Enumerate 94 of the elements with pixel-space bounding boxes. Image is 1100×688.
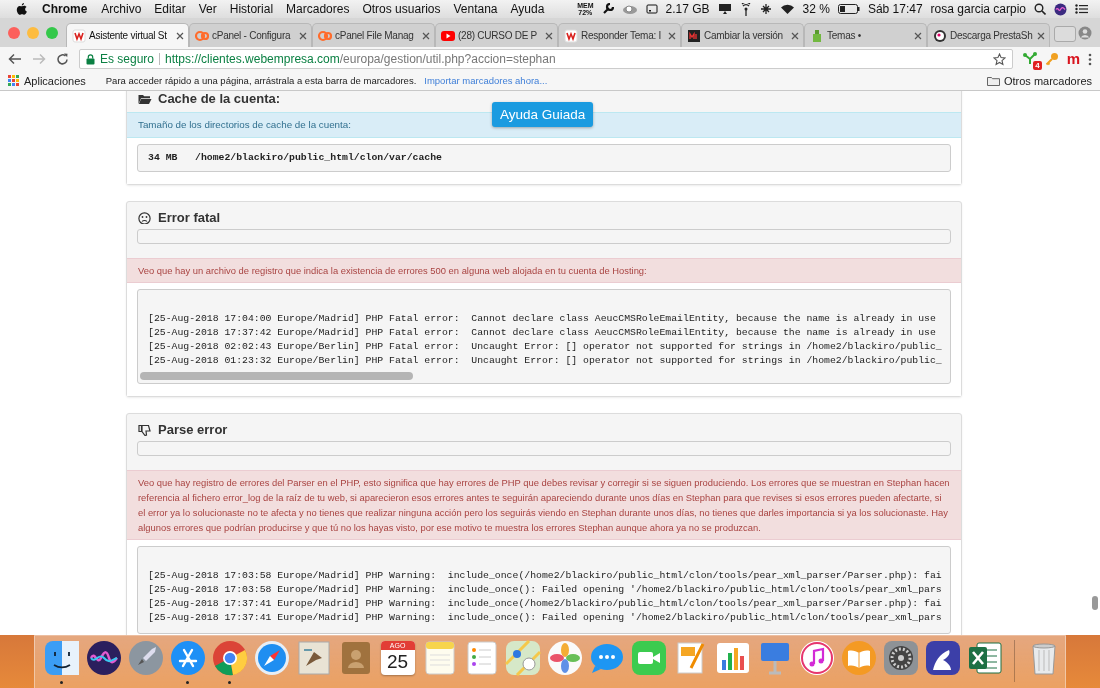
list-icon[interactable]	[1075, 4, 1088, 14]
menu-item[interactable]: Editar	[154, 2, 186, 16]
log-line: [25-Aug-2018 01:23:32 Europe/Berlin] PHP Fatal error: Uncaught Error: [] operator not supported for strings in /home2/blackiro/public_	[148, 354, 940, 368]
browser-tab[interactable]: Temas •	[804, 23, 927, 47]
section-title: Cache de la cuenta:	[158, 91, 281, 106]
thumbs-down-icon	[138, 423, 152, 436]
log-line: [25-Aug-2018 17:03:58 Europe/Madrid] PHP Warning: include_once(/home2/blackiro/public_html/clon/tools/pear_xml_parser/Parser.php): fai	[148, 569, 940, 583]
close-icon[interactable]	[1037, 31, 1045, 40]
display-icon[interactable]	[717, 3, 732, 15]
lock-icon	[86, 53, 95, 65]
menu-item[interactable]: Marcadores	[286, 2, 350, 16]
bookmarks-hint: Para acceder rápido a una página, arrástrala a esta barra de marcadores.	[105, 75, 417, 86]
bar-chart-icon[interactable]	[715, 640, 752, 676]
browser-tab[interactable]: cPanel File Manag	[312, 23, 435, 47]
app-menu[interactable]: Chrome	[42, 2, 88, 16]
star-icon[interactable]	[992, 52, 1006, 66]
section-title: Error fatal	[158, 210, 221, 225]
close-icon[interactable]	[176, 31, 184, 40]
section-title: Parse error	[158, 422, 228, 437]
w-logo-icon	[72, 28, 86, 43]
cp-logo-icon	[195, 28, 209, 43]
flower-icon[interactable]	[547, 640, 584, 676]
close-icon[interactable]	[545, 31, 553, 40]
w-logo-icon	[564, 28, 578, 43]
alert-message: Veo que hay un archivo de registro que indica la existencia de errores 500 en alguna web alojada en tu cuenta de Hosting:	[127, 258, 961, 283]
back-icon[interactable]	[8, 53, 22, 65]
map-icon[interactable]	[505, 640, 542, 676]
address-bar[interactable]: Es seguro https://clientes.webempresa.com/europa/gestion/util.php?accion=stephan	[79, 49, 1013, 69]
browser-tab[interactable]: Cambiar la versión	[681, 23, 804, 47]
wrench-icon[interactable]	[601, 3, 614, 15]
browser-tab[interactable]: Responder Tema: I	[558, 23, 681, 47]
cp-logo-icon	[318, 28, 332, 43]
url-text: https://clientes.webempresa.com/europa/gestion/util.php?accion=stephan	[165, 52, 556, 66]
log-line: [25-Aug-2018 17:37:41 Europe/Madrid] PHP Warning: include_once(/home2/blackiro/public_html/clon/tools/pear_xml_parser/Parser.php): fai	[148, 597, 940, 611]
m-logo-icon	[687, 28, 701, 43]
play-icon	[441, 28, 455, 43]
scrollbar-thumb[interactable]	[140, 372, 413, 380]
security-label: Es seguro	[100, 52, 155, 66]
browser-tab[interactable]: (28) CURSO DE P	[435, 23, 558, 47]
menu-item[interactable]: Ayuda	[510, 2, 545, 16]
notification-badge: 4	[1033, 61, 1042, 70]
close-icon[interactable]	[668, 31, 676, 40]
menu-item[interactable]: Otros usuarios	[362, 2, 441, 16]
close-icon[interactable]	[791, 31, 799, 40]
apple-icon[interactable]	[16, 2, 28, 16]
spreadsheet-icon[interactable]	[966, 640, 1003, 676]
menu-item[interactable]: Ver	[198, 2, 217, 16]
folder-icon	[986, 75, 1000, 86]
disk-usage: 2.17 GB	[665, 2, 710, 16]
apps-grid-icon[interactable]	[8, 75, 19, 86]
close-icon[interactable]	[914, 31, 922, 40]
extension-logo[interactable]: m	[1066, 52, 1080, 66]
user-name[interactable]: rosa garcia carpio	[930, 2, 1026, 16]
browser-tab[interactable]: Asistente virtual St	[66, 23, 189, 47]
log-line: [25-Aug-2018 17:37:41 Europe/Madrid] PHP Warning: include_once(): Failed opening '/home2/blackiro/public_html/clon/tools/pear_xml_pars	[148, 611, 940, 625]
menu-item[interactable]: Archivo	[101, 2, 142, 16]
clock: Sáb 17:47	[867, 2, 923, 16]
log-line: [25-Aug-2018 17:03:58 Europe/Madrid] PHP Warning: include_once(): Failed opening '/home2/blackiro/public_html/clon/tools/pear_xml_pars	[148, 583, 940, 597]
more-icon[interactable]	[1088, 52, 1092, 66]
battery-icon[interactable]	[837, 4, 860, 14]
reload-icon[interactable]	[56, 52, 69, 66]
open-folder-icon	[138, 92, 152, 105]
scrollbar-thumb[interactable]	[1092, 596, 1098, 610]
siri-icon[interactable]	[85, 640, 122, 676]
close-icon[interactable]	[422, 31, 430, 40]
log-line: [25-Aug-2018 02:02:43 Europe/Berlin] PHP Fatal error: Uncaught Error: [] operator not supported for strings in /home2/blackiro/public_	[148, 340, 940, 354]
gear-icon[interactable]	[883, 640, 920, 676]
profile-icon[interactable]	[1078, 25, 1092, 40]
browser-tab[interactable]: Descarga PrestaSh	[927, 23, 1050, 47]
log-line: 34 MB /home2/blackiro/public_html/clon/var/cache	[148, 151, 443, 165]
chrome-icon[interactable]	[211, 640, 248, 676]
browser-tab[interactable]: cPanel - Configura	[189, 23, 312, 47]
music-note-icon[interactable]	[799, 640, 836, 676]
battery-percentage: 32 %	[802, 2, 830, 16]
apps-bookmark[interactable]: Aplicaciones	[8, 74, 86, 87]
log-line: [25-Aug-2018 17:04:00 Europe/Madrid] PHP Fatal error: Cannot declare class AeucCMSRoleEmailEntity, because the name is already in use	[148, 312, 937, 326]
broadcast-icon[interactable]	[739, 2, 752, 16]
siri-icon[interactable]	[1054, 2, 1067, 16]
frown-icon	[138, 211, 152, 224]
drive-icon[interactable]	[645, 4, 658, 14]
app-store-icon[interactable]	[169, 640, 206, 676]
close-icon[interactable]	[299, 31, 307, 40]
finder-icon[interactable]	[43, 640, 80, 676]
leaf-icon	[810, 28, 824, 43]
wifi-icon[interactable]	[779, 3, 795, 15]
network-extension-icon[interactable]	[1022, 52, 1037, 66]
alert-message: Veo que hay registro de errores del Parser en el PHP, esto significa que hay errores de PHP que debes revisar y corregir si se siguen produciendo. Los errores que se muestran en Stephan hacen referencia al fichero error_log de la raíz de tu web, si aparecieron esos errores antes te seguirán apareciendo durante unos días en Stephan para que revises si esos errores pueden afectarte, si el error ya lo solucionaste no te afecta y no tienes que realizar ninguna acción pero los seguirás viendo en Stephan durante unos días, no tienes que darles importancia si ya los solucionaste. Hay algunos errores que podrían producirse y que tú no los hayas visto, por ese motivo te muestra los errores Stephan aunque ahora ya no se produzcan.	[127, 470, 961, 540]
compass-icon[interactable]	[253, 640, 290, 676]
log-line: [25-Aug-2018 17:37:42 Europe/Madrid] PHP Fatal error: Cannot declare class AeucCMSRoleEmailEntity, because the name is already in use	[148, 326, 937, 340]
search-icon[interactable]	[1034, 3, 1046, 15]
import-bookmarks-link[interactable]: Importar marcadores ahora...	[424, 75, 548, 86]
menu-item[interactable]: Ventana	[453, 2, 498, 16]
other-bookmarks[interactable]: Otros marcadores	[986, 74, 1092, 87]
menu-item[interactable]: Historial	[229, 2, 274, 16]
